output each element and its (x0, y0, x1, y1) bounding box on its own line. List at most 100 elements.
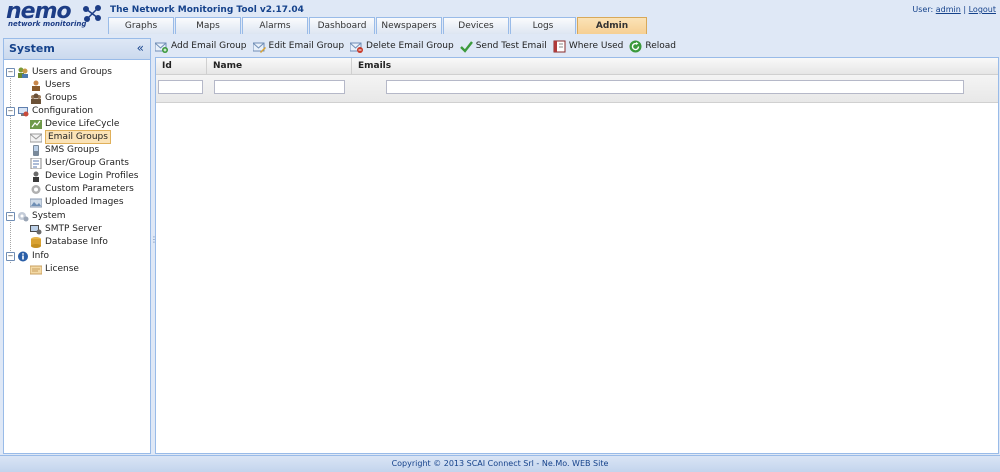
tree-node-label: Info (32, 251, 50, 261)
tab-admin[interactable]: Admin (577, 17, 647, 34)
double-chevron-left-icon[interactable]: « (137, 41, 144, 55)
tab-maps[interactable]: Maps (175, 17, 241, 34)
tree-node-system[interactable]: − System (6, 210, 66, 222)
collapse-toggle-icon[interactable]: − (6, 106, 15, 116)
tree-node-label: Device LifeCycle (45, 119, 120, 129)
users-icon (32, 80, 40, 91)
custom-parameters-icon (31, 184, 41, 194)
users-groups-icon (18, 67, 28, 78)
tab-newspapers[interactable]: Newspapers (376, 17, 442, 34)
sidebar-splitter[interactable]: ⋮ (150, 38, 158, 452)
logo-subtitle: network monitoring (8, 20, 87, 28)
sidebar-title: System (9, 42, 55, 55)
user-name-link[interactable]: admin (936, 5, 961, 14)
tree-node-license[interactable]: License (30, 263, 79, 275)
add-email-group-button[interactable]: Add Email Group (155, 40, 247, 53)
filter-row (156, 75, 998, 103)
book-icon (553, 40, 566, 52)
add-email-group-icon (155, 42, 168, 53)
tree-node-label: Email Groups (45, 130, 111, 144)
tree-node-uploaded-images[interactable]: Uploaded Images (30, 196, 124, 208)
tree-node-info[interactable]: − Info (6, 250, 49, 262)
id-filter-input[interactable] (158, 80, 203, 94)
header: nemo network monitoring The Network Moni… (0, 0, 1000, 36)
sms-groups-icon (33, 144, 39, 156)
tab-alarms[interactable]: Alarms (242, 17, 308, 34)
database-icon (31, 236, 41, 248)
emails-filter-input[interactable] (386, 80, 964, 94)
collapse-toggle-icon[interactable]: − (6, 251, 15, 261)
tree-node-label: Configuration (32, 106, 94, 116)
toolbar-label: Delete Email Group (366, 41, 454, 51)
groups-icon (31, 93, 41, 104)
toolbar: Add Email Group Edit Email Group Delete … (155, 38, 997, 54)
tree-node-users[interactable]: Users (30, 79, 70, 91)
system-icon (18, 211, 29, 221)
sidebar-header: System « (4, 39, 150, 60)
tree-node-label: User/Group Grants (45, 158, 129, 168)
email-groups-icon (30, 133, 42, 142)
tree-node-label: Device Login Profiles (45, 171, 139, 181)
footer: Copyright © 2013 SCAI Connect Srl - Ne.M… (0, 455, 1000, 472)
toolbar-label: Send Test Email (475, 41, 547, 51)
user-label: User: (912, 5, 934, 14)
tree-node-smtp-server[interactable]: SMTP Server (30, 223, 102, 235)
sidebar: System « − Users and Groups Users Groups… (3, 38, 151, 454)
email-groups-grid: Id Name Emails (155, 57, 999, 454)
name-filter-input[interactable] (214, 80, 345, 94)
tree-node-label: License (45, 264, 79, 274)
main-tabs: Graphs Maps Alarms Dashboard Newspapers … (108, 17, 648, 34)
tree-node-device-login-profiles[interactable]: Device Login Profiles (30, 170, 138, 182)
uploaded-images-icon (30, 198, 42, 207)
toolbar-label: Where Used (568, 41, 624, 51)
column-header-id[interactable]: Id (156, 58, 207, 74)
delete-email-group-button[interactable]: Delete Email Group (350, 40, 454, 53)
user-bar: User: admin | Logout (912, 5, 996, 14)
collapse-toggle-icon[interactable]: − (6, 211, 15, 221)
tree-node-label: SMS Groups (45, 145, 100, 155)
tree-node-custom-parameters[interactable]: Custom Parameters (30, 183, 134, 195)
tree-node-email-groups[interactable]: Email Groups (30, 130, 111, 144)
tree-node-groups[interactable]: Groups (30, 92, 77, 104)
user-separator: | (963, 5, 967, 14)
tree-node-user-group-grants[interactable]: User/Group Grants (30, 157, 129, 169)
tree-node-label: SMTP Server (45, 224, 102, 234)
login-profiles-icon (33, 171, 39, 182)
edit-email-group-button[interactable]: Edit Email Group (252, 40, 345, 53)
toolbar-label: Edit Email Group (268, 41, 345, 51)
smtp-server-icon (30, 224, 42, 234)
license-icon (30, 265, 42, 274)
tab-logs[interactable]: Logs (510, 17, 576, 34)
grants-icon (30, 157, 42, 169)
toolbar-label: Reload (645, 41, 677, 51)
tab-dashboard[interactable]: Dashboard (309, 17, 375, 34)
tree-node-device-lifecycle[interactable]: Device LifeCycle (30, 118, 119, 130)
tab-devices[interactable]: Devices (443, 17, 509, 34)
tree-node-label: Groups (45, 93, 78, 103)
tree-node-label: Uploaded Images (45, 197, 124, 207)
column-header-name[interactable]: Name (207, 58, 352, 74)
send-test-email-button[interactable]: Send Test Email (459, 40, 547, 53)
tree-node-label: System (32, 211, 66, 221)
app-title: The Network Monitoring Tool v2.17.04 (110, 5, 304, 15)
delete-email-group-icon (350, 42, 364, 53)
toolbar-label: Add Email Group (171, 41, 247, 51)
check-icon (459, 40, 473, 53)
tree-node-label: Users (45, 80, 71, 90)
tree-node-database-info[interactable]: Database Info (30, 236, 108, 248)
tree-node-users-and-groups[interactable]: − Users and Groups (6, 66, 112, 78)
tree-node-sms-groups[interactable]: SMS Groups (30, 144, 99, 156)
reload-button[interactable]: Reload (629, 40, 676, 53)
where-used-button[interactable]: Where Used (553, 40, 624, 53)
edit-email-group-icon (252, 42, 266, 53)
tree-node-label: Users and Groups (32, 67, 112, 77)
logout-link[interactable]: Logout (969, 5, 996, 14)
tab-graphs[interactable]: Graphs (108, 17, 174, 34)
configuration-icon (18, 106, 29, 116)
logo: nemo network monitoring (6, 0, 102, 32)
column-header-emails[interactable]: Emails (352, 58, 998, 74)
collapse-toggle-icon[interactable]: − (6, 67, 15, 77)
tree-node-label: Database Info (45, 237, 108, 247)
tree-node-label: Custom Parameters (45, 184, 134, 194)
tree-node-configuration[interactable]: − Configuration (6, 105, 93, 117)
